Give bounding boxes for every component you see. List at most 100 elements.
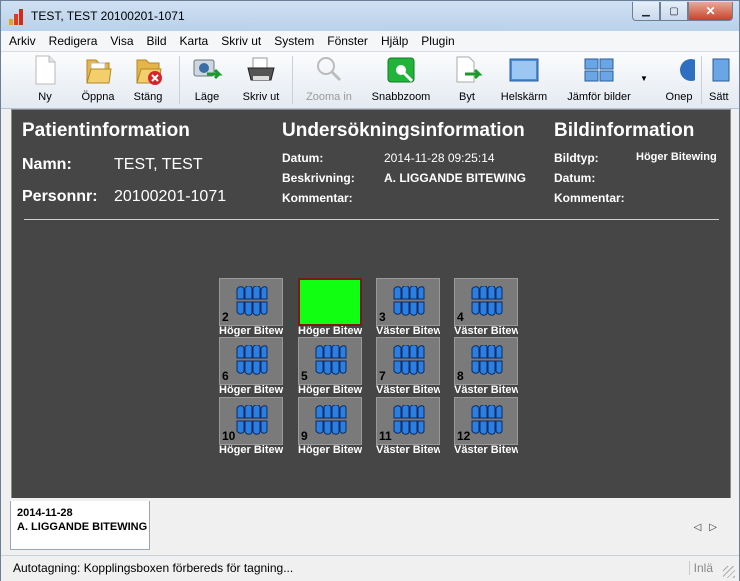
thumbnail-image: 8	[454, 337, 518, 385]
quick-zoom-button[interactable]: Snabbzoom	[367, 54, 435, 106]
app-logo-icon	[9, 9, 25, 25]
image-thumbnail[interactable]: 3Väster Bitewing	[376, 278, 440, 338]
thumbnail-number: 8	[457, 369, 464, 383]
bitewing-teeth-icon	[393, 285, 425, 319]
menu-visa[interactable]: Visa	[102, 31, 138, 48]
thumbnail-image: 3	[376, 278, 440, 326]
onep-icon	[663, 54, 699, 86]
thumbnail-number: 2	[222, 310, 229, 324]
toolbar-separator	[179, 56, 180, 104]
mode-button[interactable]: Läge	[187, 54, 227, 106]
toolbar-separator	[701, 56, 702, 104]
image-thumbnail[interactable]: 7Väster Bitewing	[376, 337, 440, 397]
image-thumbnail[interactable]: 11Väster Bitewing	[376, 397, 440, 457]
bitewing-teeth-icon	[315, 404, 347, 438]
thumbnail-number: 7	[379, 369, 386, 383]
thumbnail-caption: Höger Bitewing	[298, 444, 362, 456]
image-type-value: Höger Bitewing	[636, 151, 717, 163]
thumbnail-number: 11	[379, 429, 392, 443]
status-message: Autotagning: Kopplingsboxen förbereds fö…	[13, 561, 294, 575]
tab-title: A. LIGGANDE BITEWING	[17, 521, 148, 533]
image-thumbnail[interactable]: 10Höger Bitewing	[219, 397, 283, 457]
image-viewer-panel: Patientinformation Namn: TEST, TEST Pers…	[11, 109, 731, 499]
thumbnail-image: 9	[298, 397, 362, 445]
bitewing-teeth-icon	[236, 344, 268, 378]
resize-grip-icon[interactable]	[723, 566, 735, 578]
image-type-label: Bildtyp:	[554, 151, 599, 165]
image-thumbnail[interactable]: 4Väster Bitewing	[454, 278, 518, 338]
thumbnail-number: 6	[222, 369, 229, 383]
exam-date-label: Datum:	[282, 151, 324, 165]
exam-info-heading: Undersökningsinformation	[282, 120, 525, 141]
thumbnail-image: 2	[219, 278, 283, 326]
zoom-in-button[interactable]: Zooma in	[299, 54, 359, 106]
close-document-button[interactable]: Stäng	[125, 54, 171, 106]
compare-dropdown-button[interactable]: ▼	[639, 54, 649, 106]
chevron-down-icon: ▼	[640, 74, 648, 83]
document-tab-strip: 2014-11-28 A. LIGGANDE BITEWING ◁▷	[1, 498, 739, 553]
minimize-button[interactable]: ▁	[632, 2, 660, 21]
quick-zoom-icon	[385, 54, 417, 86]
thumbnail-caption: Höger Bitewing	[219, 444, 283, 456]
title-bar[interactable]: TEST, TEST 20100201-1071 ▁ ▢ ✕	[1, 1, 739, 31]
tab-scroll-right-icon[interactable]: ▷	[709, 522, 725, 533]
image-thumbnail[interactable]: 5Höger Bitewing	[298, 337, 362, 397]
thumbnail-image	[298, 278, 362, 326]
status-mode: Inlä	[688, 561, 713, 575]
patient-pnr-value: 20100201-1071	[114, 188, 227, 205]
set-icon	[709, 54, 739, 86]
maximize-icon: ▢	[669, 5, 679, 17]
menu-redigera[interactable]: Redigera	[41, 31, 103, 48]
thumbnail-image: 11	[376, 397, 440, 445]
thumbnail-caption: Väster Bitewing	[376, 325, 440, 337]
menu-karta[interactable]: Karta	[172, 31, 214, 48]
image-thumbnail[interactable]: 12Väster Bitewing	[454, 397, 518, 457]
menu-system[interactable]: System	[266, 31, 319, 48]
patient-name-label: Namn:	[22, 156, 72, 173]
thumbnail-image: 10	[219, 397, 283, 445]
switch-button[interactable]: Byt	[447, 54, 487, 106]
thumbnail-image: 5	[298, 337, 362, 385]
maximize-button[interactable]: ▢	[660, 2, 688, 21]
new-document-icon	[29, 54, 61, 86]
window-title: TEST, TEST 20100201-1071	[31, 9, 185, 23]
set-button[interactable]: Sätt	[709, 54, 739, 106]
image-thumbnail[interactable]: 2Höger Bitewing	[219, 278, 283, 338]
tab-date: 2014-11-28	[17, 507, 73, 519]
thumbnail-caption: Väster Bitewing	[376, 384, 440, 396]
menu-skriv-ut[interactable]: Skriv ut	[213, 31, 266, 48]
compare-grid-icon	[583, 54, 615, 86]
exam-desc-value: A. LIGGANDE BITEWING	[384, 171, 526, 185]
thumbnail-number: 5	[301, 369, 308, 383]
tab-exam[interactable]: 2014-11-28 A. LIGGANDE BITEWING	[10, 501, 150, 550]
onep-button[interactable]: Onep	[659, 54, 699, 106]
menu-fonster[interactable]: Fönster	[319, 31, 373, 48]
close-button[interactable]: ✕	[688, 2, 733, 21]
image-thumbnail[interactable]: 8Väster Bitewing	[454, 337, 518, 397]
patient-info-heading: Patientinformation	[22, 120, 190, 141]
image-date-label: Datum:	[554, 171, 596, 185]
fullscreen-icon	[508, 54, 540, 86]
compare-images-button[interactable]: Jämför bilder	[563, 54, 635, 106]
thumbnail-image: 4	[454, 278, 518, 326]
exam-comment-label: Kommentar:	[282, 191, 353, 205]
menu-arkiv[interactable]: Arkiv	[1, 31, 41, 48]
bitewing-teeth-icon	[236, 404, 268, 438]
new-button[interactable]: Ny	[25, 54, 65, 106]
bitewing-teeth-icon	[393, 344, 425, 378]
bitewing-teeth-icon	[471, 404, 503, 438]
magnifier-icon	[313, 54, 345, 86]
image-thumbnail[interactable]: Höger Bitewing	[298, 278, 362, 338]
thumbnail-number: 12	[457, 429, 471, 443]
menu-hjalp[interactable]: Hjälp	[373, 31, 413, 48]
image-thumbnail[interactable]: 9Höger Bitewing	[298, 397, 362, 457]
toolbar: Ny Öppna Stäng Läge Skriv ut Zooma in Sn…	[1, 52, 739, 109]
open-button[interactable]: Öppna	[75, 54, 121, 106]
menu-bild[interactable]: Bild	[139, 31, 172, 48]
print-button[interactable]: Skriv ut	[237, 54, 285, 106]
menu-plugin[interactable]: Plugin	[413, 31, 459, 48]
tab-scroll-left-icon[interactable]: ◁	[694, 522, 710, 533]
image-thumbnail[interactable]: 6Höger Bitewing	[219, 337, 283, 397]
printer-icon	[245, 54, 277, 86]
fullscreen-button[interactable]: Helskärm	[497, 54, 551, 106]
